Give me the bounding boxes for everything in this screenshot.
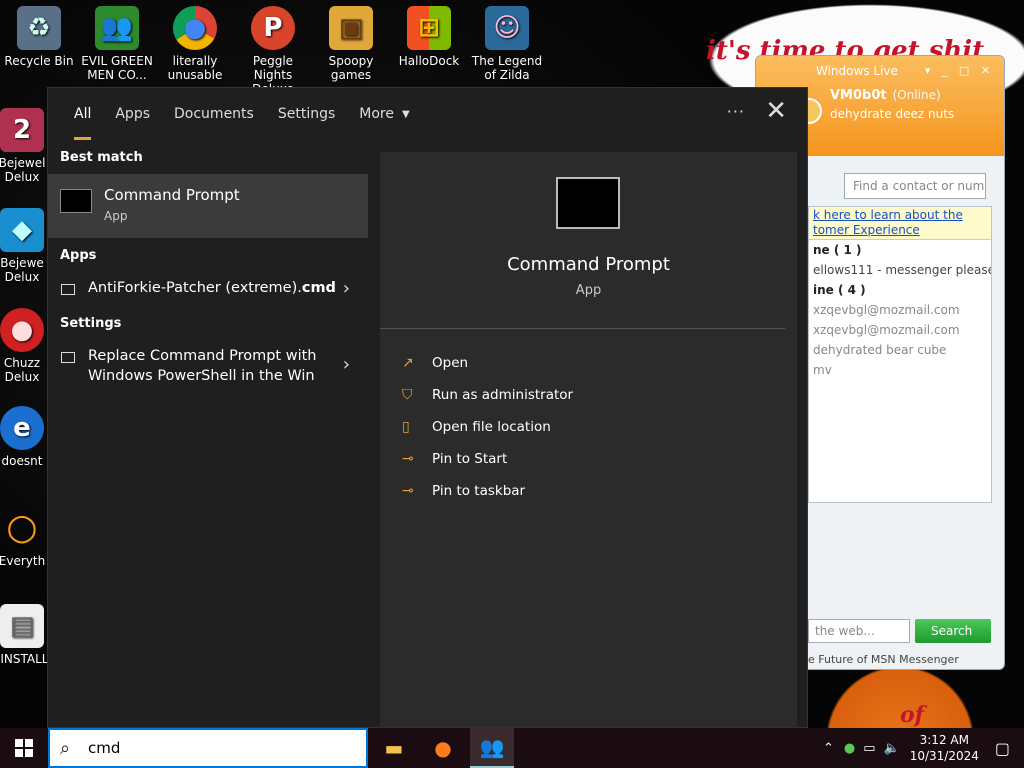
msn-footer-link[interactable]: e Future of MSN Messenger [808,653,959,666]
chrome-icon: ● [173,6,217,50]
desktop-icon-hallodock[interactable]: ⊞ HalloDock [390,0,468,68]
search-query: cmd [88,739,121,757]
search-icon: ⌕ [60,738,71,759]
detail-app-name: Command Prompt [507,254,670,275]
taskbar: ⌕ cmd ▬ ● 👥 ⌃ ● ▭ 🔈 3:12 AM 10/31/2024 ▢ [0,728,1024,768]
pin-icon: ⊸ [402,483,414,499]
chevron-up-icon[interactable]: ⌃ [823,741,834,756]
desktop-icon-chuzzle[interactable]: ● Chuzz Delux [0,302,52,384]
command-prompt-large-icon [556,177,620,229]
tab-all[interactable]: All [62,88,103,140]
command-prompt-icon [60,189,92,213]
action-pin-to-start[interactable]: ⊸ Pin to Start [402,443,573,475]
action-pin-to-taskbar[interactable]: ⊸ Pin to taskbar [402,475,573,507]
msn-contact-list[interactable]: k here to learn about the tomer Experien… [808,206,992,503]
cmd-file-icon [61,284,75,295]
action-run-as-admin[interactable]: ⛉ Run as administrator [402,379,573,411]
msn-find-contact-input[interactable]: Find a contact or number [844,173,986,199]
chevron-down-icon: ▼ [401,108,410,120]
msn-contact[interactable]: dehydrated bear cube [809,340,991,360]
start-button[interactable] [0,728,48,768]
settings-result-replace-cmd[interactable]: Replace Command Prompt with Windows Powe… [48,340,368,392]
msn-messenger-taskbar-icon[interactable]: 👥 [470,728,514,768]
msn-search-button[interactable]: Search [915,619,991,643]
desktop-icon-legend-of-zilda[interactable]: ☺ The Legend of Zilda [468,0,546,82]
file-explorer-icon[interactable]: ▬ [372,728,416,768]
desktop-icon-evil-green-men[interactable]: 👥 EVIL GREEN MEN CO... [78,0,156,82]
file-location-icon: ▯ [402,419,410,435]
bejeweled-icon: 2 [0,108,44,152]
msn-contact[interactable]: xzqevbgl@mozmail.com [809,300,991,320]
close-icon[interactable]: ✕ [765,96,787,126]
desktop-icon-bejeweled[interactable]: ◆ Bejewe Delux [0,202,52,284]
results-list: Best match Command Prompt App Apps AntiF… [48,140,368,727]
divider [380,328,785,329]
action-list: ↗ Open ⛉ Run as administrator ▯ Open file l… [402,347,573,507]
recycle-bin-icon: ♻ [17,6,61,50]
msn-group-online[interactable]: ne ( 1 ) [809,240,991,260]
search-tabs: All Apps Documents Settings More ▼ ··· ✕ [48,88,807,140]
open-icon: ↗ [402,355,414,371]
section-best-match: Best match [60,149,143,165]
section-settings: Settings [60,315,122,331]
zilda-character-icon: ☺ [485,6,529,50]
msn-contact[interactable]: mv [809,360,991,380]
chevron-right-icon[interactable]: › [343,278,350,299]
peggle-icon: P [251,6,295,50]
wallpaper-text-bottom: of [900,702,925,728]
desktop-icon-doesnt[interactable]: e doesnt [0,400,52,468]
gem-icon: ◆ [0,208,44,252]
clock[interactable]: 3:12 AM 10/31/2024 [910,732,979,764]
system-tray: ⌃ ● ▭ 🔈 3:12 AM 10/31/2024 ▢ [823,728,1024,768]
desktop-icon-everything[interactable]: ○ Everyth [0,500,52,569]
internet-explorer-icon: e [0,406,44,450]
tab-more[interactable]: More ▼ [347,88,421,140]
result-detail-pane: Command Prompt App ↗ Open ⛉ Run as adminis… [380,152,797,727]
chuzzle-icon: ● [0,308,44,352]
msn-status: (Online) [892,88,941,102]
chevron-right-icon[interactable]: › [343,354,350,375]
msn-contact[interactable]: ellows111 - messenger please [809,260,991,280]
volume-icon[interactable]: 🔈 [884,741,900,756]
search-magnifier-icon: ○ [6,507,38,548]
detail-app-type: App [575,283,602,298]
folder-icon: ▣ [329,6,373,50]
network-icon[interactable]: ▭ [863,741,875,756]
desktop-icon-literally-unusable[interactable]: ● literally unusable [156,0,234,82]
msn-tray-icon[interactable]: ● [844,741,855,756]
tab-documents[interactable]: Documents [162,88,266,140]
firefox-icon[interactable]: ● [421,728,465,768]
action-open[interactable]: ↗ Open [402,347,573,379]
windows-logo-icon: ⊞ [407,6,451,50]
section-apps: Apps [60,247,97,263]
tab-apps[interactable]: Apps [103,88,162,140]
desktop-icon-recycle-bin[interactable]: ♻ Recycle Bin [0,0,78,68]
desktop-icon-bejeweled-2[interactable]: 2 Bejewel Delux [0,102,52,184]
msn-info-banner[interactable]: k here to learn about the tomer Experien… [809,207,991,240]
best-match-result[interactable]: Command Prompt App [48,174,368,238]
best-match-type: App [104,209,128,223]
best-match-name: Command Prompt [104,186,240,204]
notification-icon[interactable]: ▢ [995,739,1010,758]
app-result-antiforkie[interactable]: AntiForkie-Patcher (extreme).cmd › [48,272,368,306]
desktop-icon-spoopy-games[interactable]: ▣ Spoopy games [312,0,390,82]
msn-contact[interactable]: xzqevbgl@mozmail.com [809,320,991,340]
tab-settings[interactable]: Settings [266,88,347,140]
action-open-file-location[interactable]: ▯ Open file location [402,411,573,443]
windows-start-icon [15,739,33,757]
monitor-icon [61,352,75,363]
shield-icon: ⛉ [402,387,413,403]
msn-group-offline[interactable]: ine ( 4 ) [809,280,991,300]
desktop-icon-peggle-nights[interactable]: P Peggle Nights Deluxe [234,0,312,96]
taskbar-search-input[interactable]: ⌕ cmd [48,728,368,768]
pin-icon: ⊸ [402,451,414,467]
start-search-panel: All Apps Documents Settings More ▼ ··· ✕ … [47,87,808,728]
more-options-icon[interactable]: ··· [727,102,745,121]
msn-window-controls[interactable]: ▾ _ □ ✕ [925,64,994,77]
desktop-icon-install[interactable]: ▤ !INSTALL [0,598,52,666]
people-icon: 👥 [95,6,139,50]
text-file-icon: ▤ [0,604,44,648]
msn-web-search-input[interactable]: the web... [808,619,910,643]
